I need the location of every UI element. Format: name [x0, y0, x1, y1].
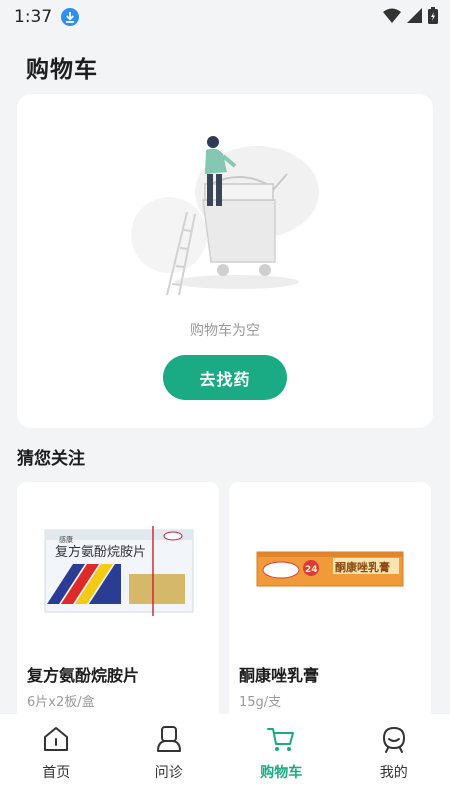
- cart-icon: [267, 728, 295, 751]
- status-bar: 1:37: [0, 0, 450, 34]
- download-icon: [61, 8, 80, 26]
- tab-consult[interactable]: 问诊: [113, 714, 226, 797]
- badge-text: 24: [305, 565, 318, 575]
- home-icon: [44, 727, 69, 751]
- brand-text: 感康: [59, 535, 73, 544]
- wifi-icon: [383, 8, 401, 27]
- page-title: 购物车: [26, 57, 98, 83]
- consult-icon: [156, 726, 181, 752]
- tab-cart[interactable]: 购物车: [225, 714, 338, 797]
- tab-home[interactable]: 首页: [0, 714, 113, 797]
- package-title-text: 酮康唑乳膏: [335, 560, 390, 574]
- medicine-box-image: 感康 复方氨酚烷胺片: [44, 526, 194, 616]
- tab-consult-label: 问诊: [154, 765, 183, 781]
- product-name: 复方氨酚烷胺片: [27, 666, 140, 685]
- product-spec: 6片x2板/盒: [27, 695, 95, 710]
- find-medicine-button[interactable]: 去找药: [163, 355, 287, 400]
- tab-home-label: 首页: [42, 765, 71, 781]
- product-name: 酮康唑乳膏: [239, 666, 320, 685]
- recommend-section-title: 猜您关注: [17, 449, 85, 469]
- battery-icon: [428, 6, 438, 28]
- status-time: 1:37: [14, 7, 53, 27]
- empty-cart-illustration: [131, 136, 319, 296]
- product-card-2[interactable]: 24 酮康唑乳膏 酮康唑乳膏 15g/支: [229, 482, 431, 722]
- empty-cart-message: 购物车为空: [190, 323, 260, 339]
- tab-profile[interactable]: 我的: [338, 714, 450, 797]
- profile-icon: [382, 726, 405, 753]
- signal-icon: [407, 7, 422, 27]
- package-title-text: 复方氨酚烷胺片: [55, 544, 146, 560]
- bottom-tab-bar: 首页 问诊 购物车 我的: [0, 714, 450, 797]
- product-card-1[interactable]: 感康 复方氨酚烷胺片 复方氨酚烷胺片 6片x2板/盒: [17, 482, 219, 722]
- product-spec: 15g/支: [239, 695, 282, 710]
- empty-cart-card: 购物车为空 去找药: [17, 94, 433, 428]
- tab-cart-label: 购物车: [260, 765, 303, 781]
- tab-profile-label: 我的: [379, 765, 408, 781]
- ointment-box-image: 24 酮康唑乳膏: [256, 551, 404, 587]
